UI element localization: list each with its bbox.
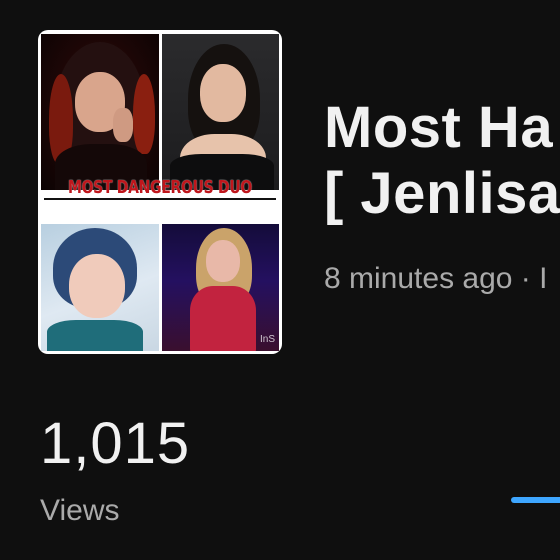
- video-title[interactable]: Most Ha [ Jenlisa: [324, 95, 560, 227]
- thumbnail-photo-bottom-left: [41, 224, 159, 351]
- video-analytics-screen: MOST DANGEROUS DUO InS Most Ha [ Jenlisa…: [0, 0, 560, 560]
- views-label: Views: [40, 494, 120, 527]
- thumbnail-photo-bottom-right: InS: [162, 224, 279, 351]
- thumbnail-photo-top-left: [41, 34, 159, 190]
- thumbnail-banner-rule: [44, 198, 276, 200]
- thumbnail-photo-top-right: [162, 34, 279, 190]
- video-thumbnail[interactable]: MOST DANGEROUS DUO InS: [38, 30, 282, 354]
- thumbnail-banner-text: MOST DANGEROUS DUO: [67, 178, 253, 198]
- video-title-line-1: Most Ha: [324, 95, 554, 160]
- video-meta: 8 minutes ago · I: [324, 262, 548, 295]
- metric-progress-indicator: [511, 497, 560, 503]
- video-title-line-2: [ Jenlisa: [324, 161, 560, 226]
- thumbnail-watermark: InS: [259, 334, 275, 345]
- views-count: 1,015: [40, 411, 191, 476]
